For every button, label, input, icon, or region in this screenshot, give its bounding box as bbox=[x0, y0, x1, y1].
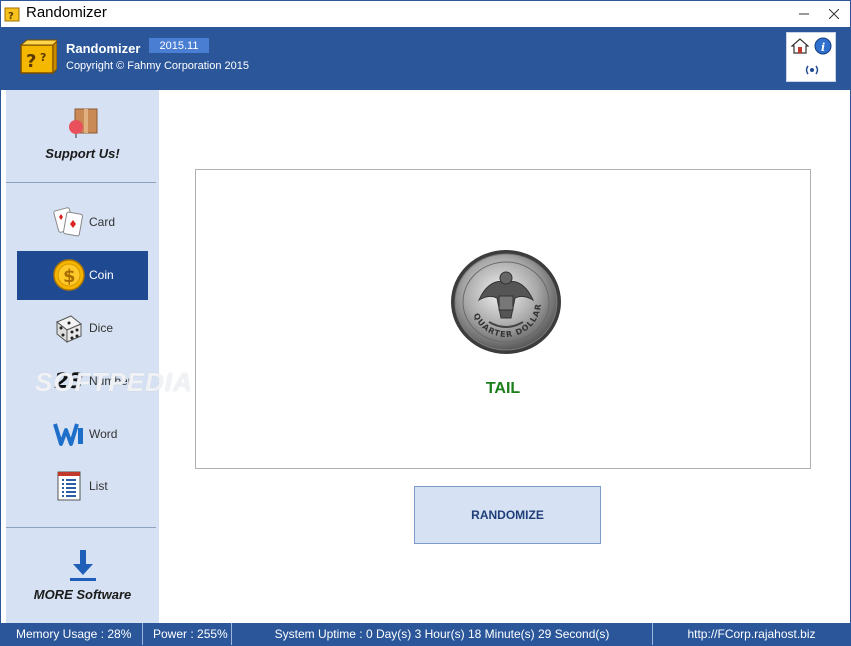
more-software-label: MORE Software bbox=[33, 587, 132, 602]
status-bar: Memory Usage : 28% Power : 255% System U… bbox=[1, 623, 850, 645]
sidebar-item-label: List bbox=[89, 479, 108, 493]
support-us-button[interactable]: Support Us! bbox=[6, 90, 159, 182]
sidebar-item-coin[interactable]: $ Coin bbox=[17, 251, 148, 300]
dice-icon bbox=[53, 312, 85, 344]
playing-cards-icon bbox=[53, 206, 85, 238]
sidebar: Support Us! Card $ Coin Dice 23 Number W… bbox=[6, 90, 159, 623]
minimize-button[interactable] bbox=[789, 1, 819, 27]
copyright-text: Copyright © Fahmy Corporation 2015 bbox=[66, 60, 249, 72]
website-link[interactable]: http://FCorp.rajahost.biz bbox=[653, 623, 850, 645]
sidebar-item-label: Dice bbox=[89, 321, 114, 335]
close-icon bbox=[829, 9, 839, 19]
close-button[interactable] bbox=[819, 1, 849, 27]
svg-text:?: ? bbox=[8, 11, 14, 22]
info-button[interactable]: i bbox=[812, 35, 834, 57]
watermark: SOFTPEDIA bbox=[35, 367, 193, 397]
question-block-logo-icon: ? ? bbox=[19, 39, 57, 75]
list-icon bbox=[53, 470, 85, 502]
home-button[interactable] bbox=[789, 35, 811, 57]
result-panel: QUARTER DOLLAR TAIL bbox=[195, 169, 811, 469]
svg-text:$: $ bbox=[63, 266, 76, 287]
gift-icon bbox=[69, 108, 98, 138]
power-status: Power : 255% bbox=[143, 623, 232, 645]
power-text: Power : 255% bbox=[153, 627, 228, 641]
sidebar-item-word[interactable]: Word bbox=[17, 410, 148, 459]
minimize-icon bbox=[799, 13, 809, 15]
uptime-text: System Uptime : 0 Day(s) 3 Hour(s) 18 Mi… bbox=[274, 627, 610, 641]
more-software-button[interactable]: MORE Software bbox=[6, 530, 159, 623]
app-name: Randomizer bbox=[66, 41, 141, 56]
quarter-coin-tail-image: QUARTER DOLLAR bbox=[451, 250, 561, 354]
word-icon bbox=[53, 418, 85, 450]
version-badge: 2015.11 bbox=[149, 38, 209, 53]
window-title: Randomizer bbox=[26, 4, 107, 21]
sidebar-item-label: Card bbox=[89, 215, 116, 229]
randomize-button[interactable]: RANDOMIZE bbox=[414, 486, 601, 544]
sidebar-item-label: Word bbox=[89, 427, 118, 441]
coin-icon: $ bbox=[53, 259, 85, 291]
info-icon: i bbox=[814, 37, 832, 55]
app-icon: ? bbox=[4, 7, 20, 22]
app-window: ? Randomizer ? ? Randomizer 2015.11 Copy… bbox=[0, 0, 851, 646]
header-icon-box: i bbox=[786, 32, 836, 82]
svg-text:?: ? bbox=[40, 51, 46, 64]
website-url-text: http://FCorp.rajahost.biz bbox=[687, 627, 816, 641]
header-banner: ? ? Randomizer 2015.11 Copyright © Fahmy… bbox=[1, 27, 850, 90]
download-icon bbox=[70, 550, 96, 581]
sidebar-divider bbox=[6, 182, 156, 183]
support-us-label: Support Us! bbox=[45, 146, 120, 161]
broadcast-icon bbox=[805, 65, 819, 75]
uptime-status: System Uptime : 0 Day(s) 3 Hour(s) 18 Mi… bbox=[232, 623, 653, 645]
sidebar-item-list[interactable]: List bbox=[17, 462, 148, 511]
svg-text:i: i bbox=[821, 41, 825, 54]
home-icon bbox=[791, 38, 809, 54]
sidebar-item-label: Coin bbox=[89, 268, 114, 282]
title-bar: ? Randomizer bbox=[1, 1, 850, 27]
network-button[interactable] bbox=[801, 59, 823, 81]
sidebar-item-card[interactable]: Card bbox=[17, 198, 148, 247]
svg-text:?: ? bbox=[26, 51, 36, 72]
memory-usage-text: Memory Usage : 28% bbox=[16, 627, 132, 641]
memory-usage-status: Memory Usage : 28% bbox=[1, 623, 143, 645]
sidebar-divider bbox=[6, 527, 156, 528]
result-text: TAIL bbox=[485, 380, 521, 397]
sidebar-item-dice[interactable]: Dice bbox=[17, 304, 148, 353]
